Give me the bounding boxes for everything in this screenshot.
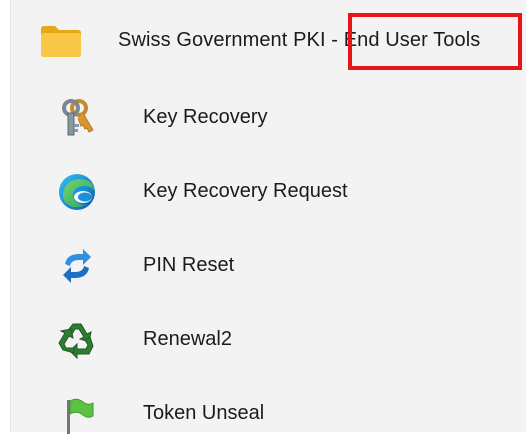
edge-browser-icon <box>55 170 99 214</box>
menu-item-key-recovery-request[interactable]: Key Recovery Request <box>11 162 526 218</box>
folder-row[interactable]: Swiss Government PKI - End User Tools <box>11 14 526 66</box>
menu-item-key-recovery[interactable]: Key Recovery <box>11 88 526 144</box>
recycle-icon <box>55 318 99 362</box>
menu-item-label: Renewal2 <box>143 328 232 350</box>
folder-title: Swiss Government PKI - End User Tools <box>118 29 481 51</box>
menu-item-renewal2[interactable]: Renewal2 <box>11 310 526 366</box>
refresh-arrows-icon <box>55 244 99 288</box>
menu-item-pin-reset[interactable]: PIN Reset <box>11 236 526 292</box>
folder-icon <box>39 24 83 58</box>
start-menu-folder-panel: Swiss Government PKI - End User Tools Ke… <box>10 0 526 434</box>
flag-icon <box>55 392 99 436</box>
menu-item-label: Key Recovery Request <box>143 180 348 202</box>
keys-icon <box>55 96 99 140</box>
menu-item-label: Key Recovery <box>143 106 268 128</box>
menu-item-label: Token Unseal <box>143 402 265 424</box>
menu-item-label: PIN Reset <box>143 254 235 276</box>
